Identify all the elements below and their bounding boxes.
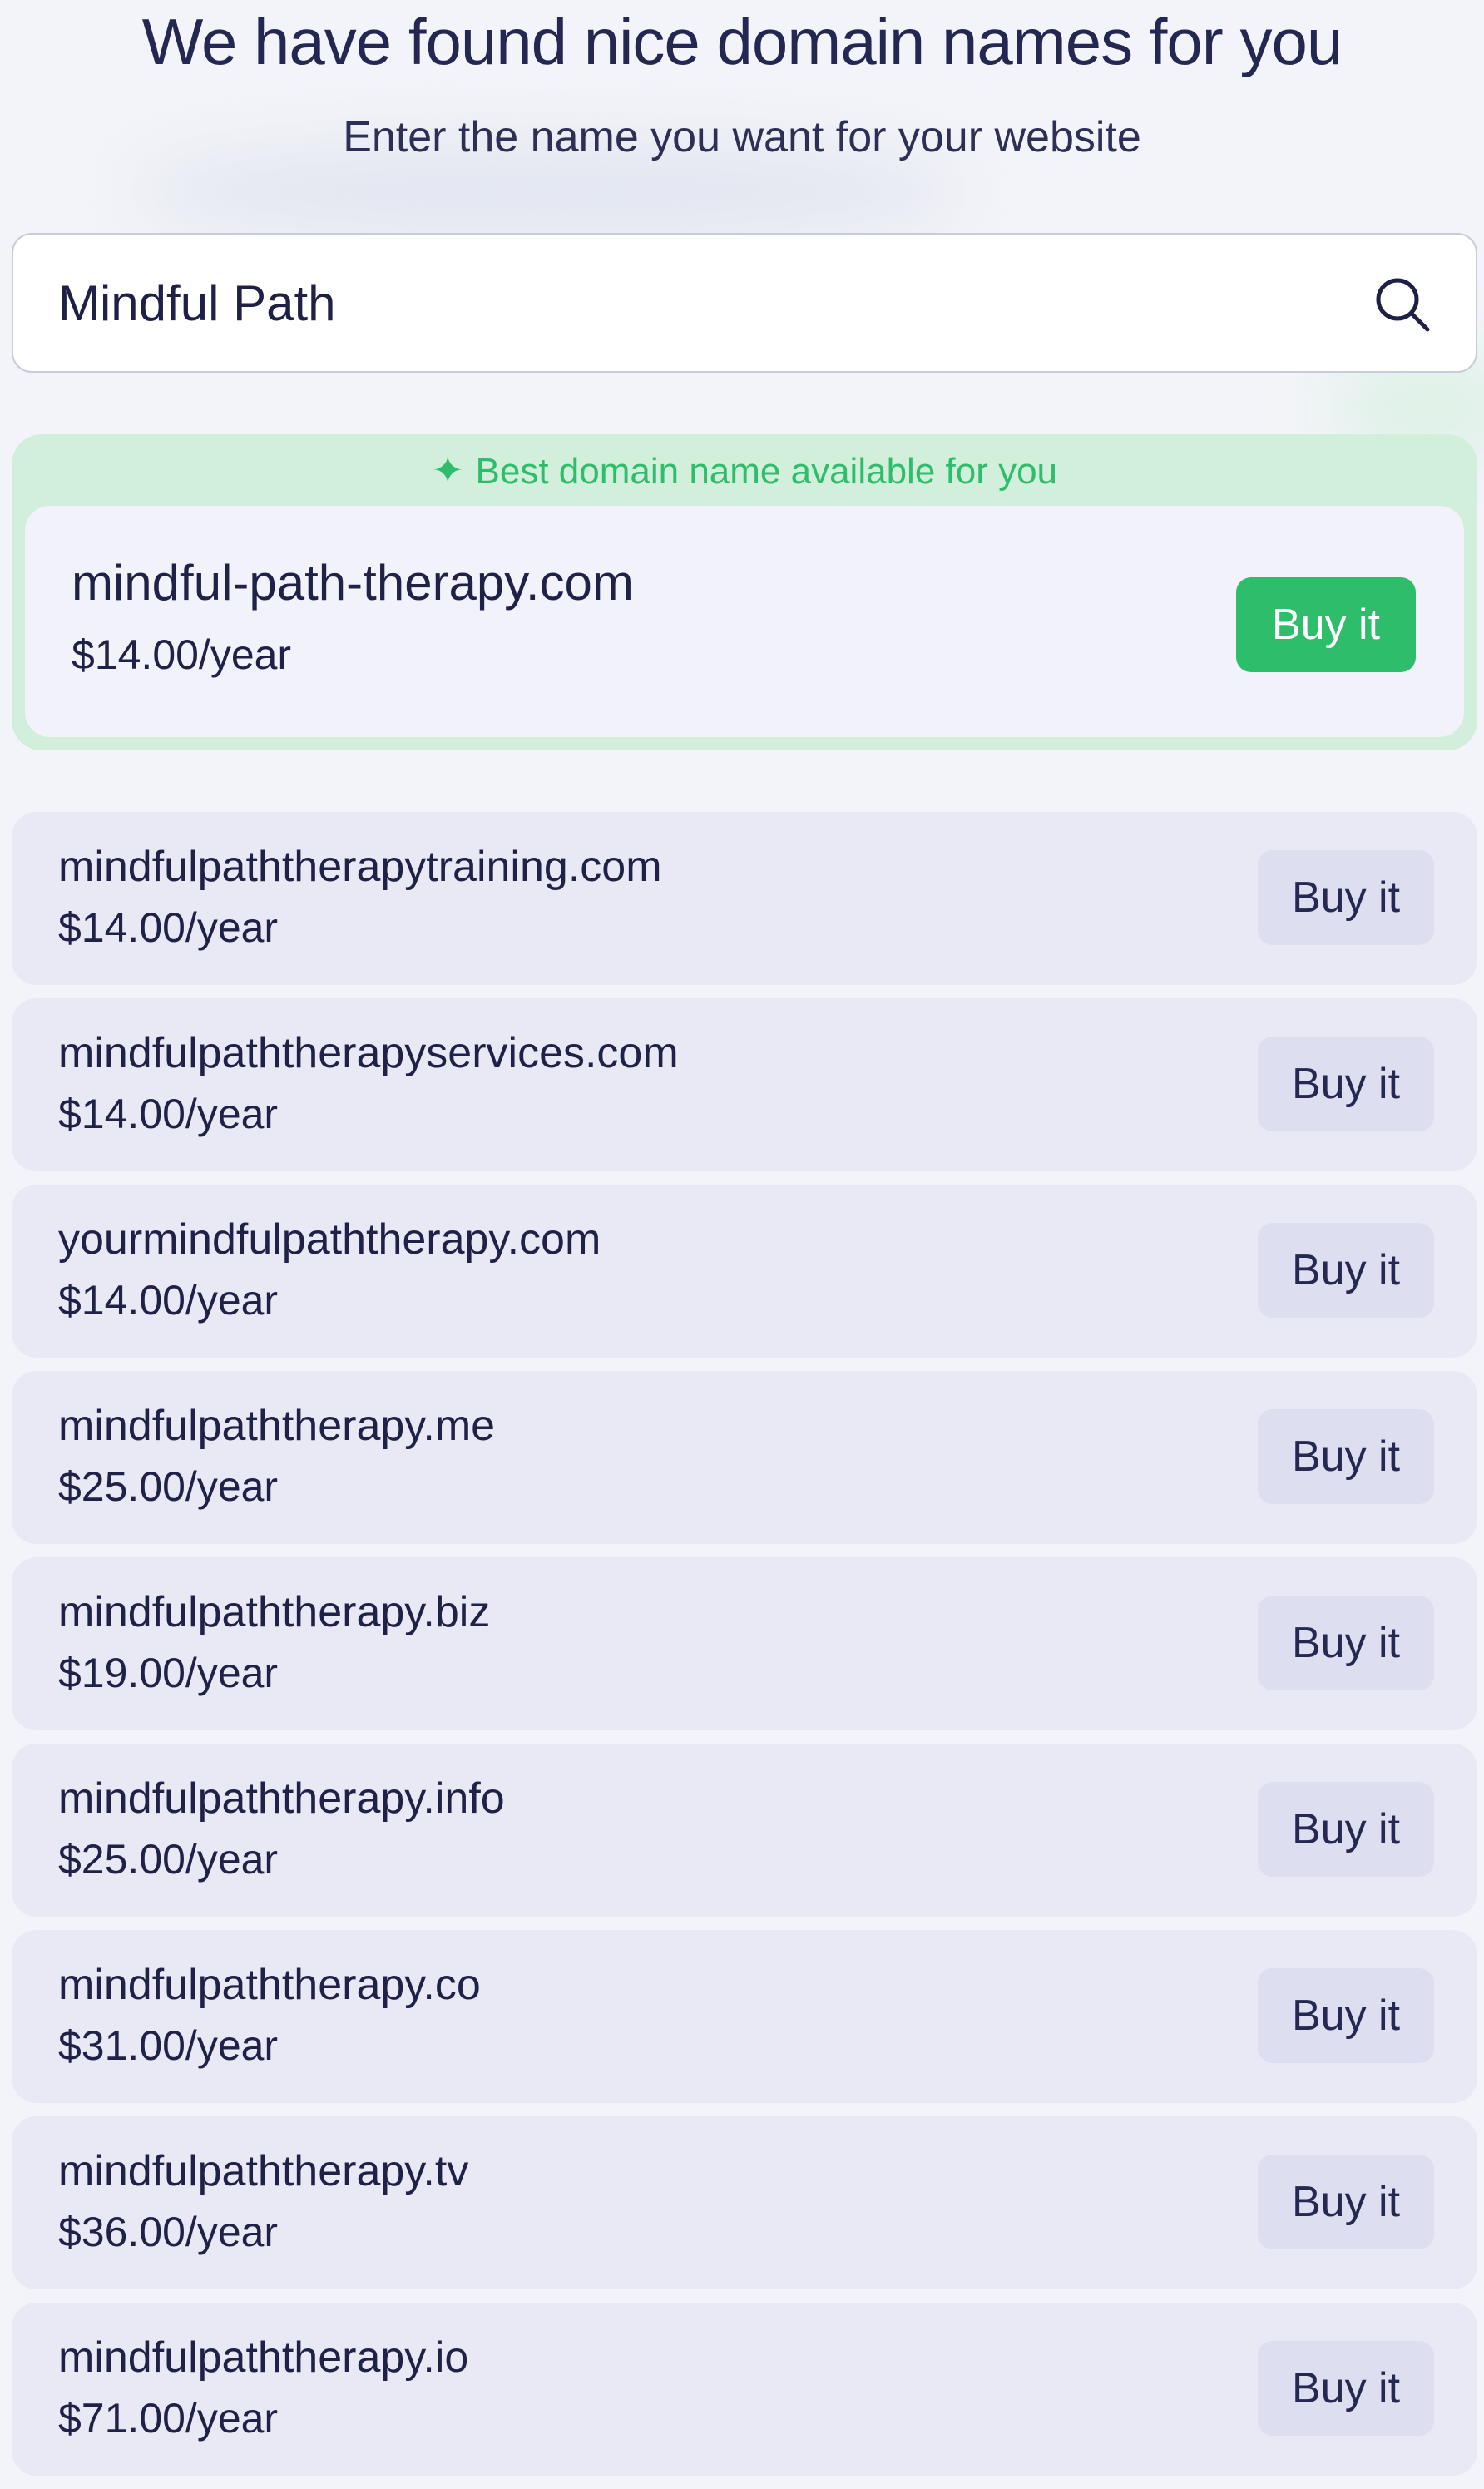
buy-button[interactable]: Buy it (1258, 1223, 1434, 1318)
domain-price: $14.00/year (72, 631, 292, 678)
buy-button[interactable]: Buy it (1236, 577, 1416, 672)
sparkle-icon: ✦ (431, 448, 464, 492)
domain-row: mindfulpaththerapy.biz $19.00/year Buy it (12, 1557, 1477, 1730)
page: We have found nice domain names for you … (0, 0, 1484, 2482)
domain-name: mindfulpaththerapy.biz (58, 1588, 491, 1636)
domain-price: $14.00/year (58, 904, 279, 951)
domain-row: mindfulpaththerapytraining.com $14.00/yea… (12, 812, 1477, 985)
best-domain-banner: ✦ Best domain name available for you (12, 446, 1477, 496)
domain-row: mindfulpaththerapy.io $71.00/year Buy it (12, 2303, 1477, 2476)
buy-button[interactable]: Buy it (1258, 2341, 1434, 2436)
best-domain-card: mindful-path-therapy.com $14.00/year Buy… (25, 506, 1464, 737)
domain-row: mindfulpaththerapy.co $31.00/year Buy it (12, 1930, 1477, 2103)
buy-button[interactable]: Buy it (1258, 2155, 1434, 2249)
buy-button[interactable]: Buy it (1258, 1409, 1434, 1504)
buy-button[interactable]: Buy it (1258, 1968, 1434, 2063)
domain-name: yourmindfulpaththerapy.com (58, 1215, 601, 1264)
domain-name: mindfulpaththerapy.tv (58, 2147, 469, 2195)
buy-button[interactable]: Buy it (1258, 850, 1434, 945)
search-input[interactable] (58, 261, 1306, 344)
domain-price: $25.00/year (58, 1836, 279, 1883)
buy-button[interactable]: Buy it (1258, 1596, 1434, 1690)
domain-price: $31.00/year (58, 2022, 279, 2069)
domain-name: mindfulpaththerapy.me (58, 1402, 496, 1450)
domain-results-list: mindfulpaththerapytraining.com $14.00/yea… (12, 812, 1477, 2489)
domain-name: mindfulpaththerapy.co (58, 1961, 481, 2009)
page-subtitle: Enter the name you want for your website (343, 113, 1141, 161)
domain-row: yourmindfulpaththerapy.com $14.00/year Buy… (12, 1185, 1477, 1358)
domain-name: mindfulpaththerapy.info (58, 1774, 505, 1823)
domain-price: $14.00/year (58, 1277, 279, 1324)
best-domain-panel: ✦ Best domain name available for you mind… (12, 434, 1477, 750)
domain-row: mindfulpaththerapy.tv $36.00/year Buy it (12, 2116, 1477, 2289)
search-icon[interactable] (1371, 273, 1434, 336)
domain-row: mindfulpaththerapy.me $25.00/year Buy it (12, 1371, 1477, 1544)
domain-name: mindfulpaththerapy.io (58, 2333, 469, 2382)
domain-price: $25.00/year (58, 1463, 279, 1510)
best-domain-label: Best domain name available for you (475, 451, 1058, 492)
search-box (12, 233, 1477, 373)
domain-name: mindful-path-therapy.com (72, 555, 634, 611)
domain-price: $19.00/year (58, 1650, 279, 1696)
buy-button[interactable]: Buy it (1258, 1037, 1434, 1131)
domain-price: $71.00/year (58, 2395, 279, 2442)
domain-row: mindfulpaththerapy.info $25.00/year Buy it (12, 1744, 1477, 1917)
domain-price: $36.00/year (58, 2209, 279, 2255)
domain-name: mindfulpaththerapytraining.com (58, 843, 662, 891)
buy-button[interactable]: Buy it (1258, 1782, 1434, 1877)
page-title: We have found nice domain names for you (141, 5, 1343, 78)
domain-price: $14.00/year (58, 1091, 279, 1137)
domain-name: mindfulpaththerapyservices.com (58, 1029, 679, 1077)
domain-row: mindfulpaththerapyservices.com $14.00/yea… (12, 998, 1477, 1171)
